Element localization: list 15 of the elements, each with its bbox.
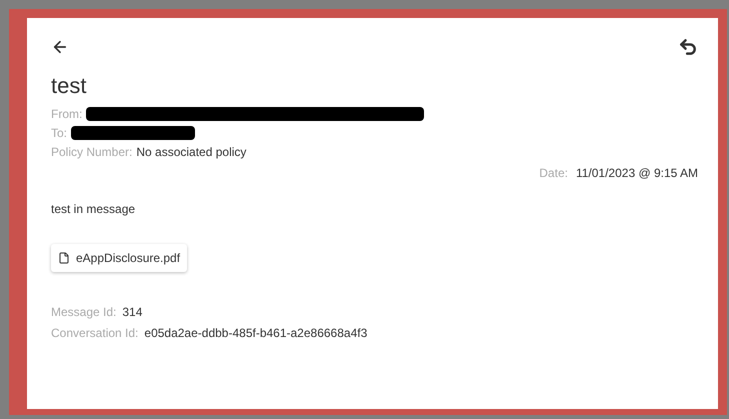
field-label: To: (51, 124, 68, 142)
attachment-chip[interactable]: eAppDisclosure.pdf (51, 244, 188, 272)
field-label: Policy Number: (51, 144, 132, 160)
field-label: Conversation Id: (51, 325, 138, 342)
file-icon (58, 252, 70, 264)
message-subject: test (51, 73, 88, 99)
date-value: 11/01/2023 @ 9:15 AM (576, 165, 698, 182)
field-label: Message Id: (51, 304, 116, 321)
reply-icon[interactable] (678, 37, 698, 57)
field-label: From: (51, 106, 82, 122)
field-value: No associated policy (136, 144, 246, 160)
field-value: 314 (122, 304, 142, 321)
date-label: Date: (539, 165, 568, 182)
field-value: e05da2ae-ddbb-485f-b461-a2e86668a4f3 (144, 325, 368, 342)
message-body: test in message (51, 201, 136, 218)
